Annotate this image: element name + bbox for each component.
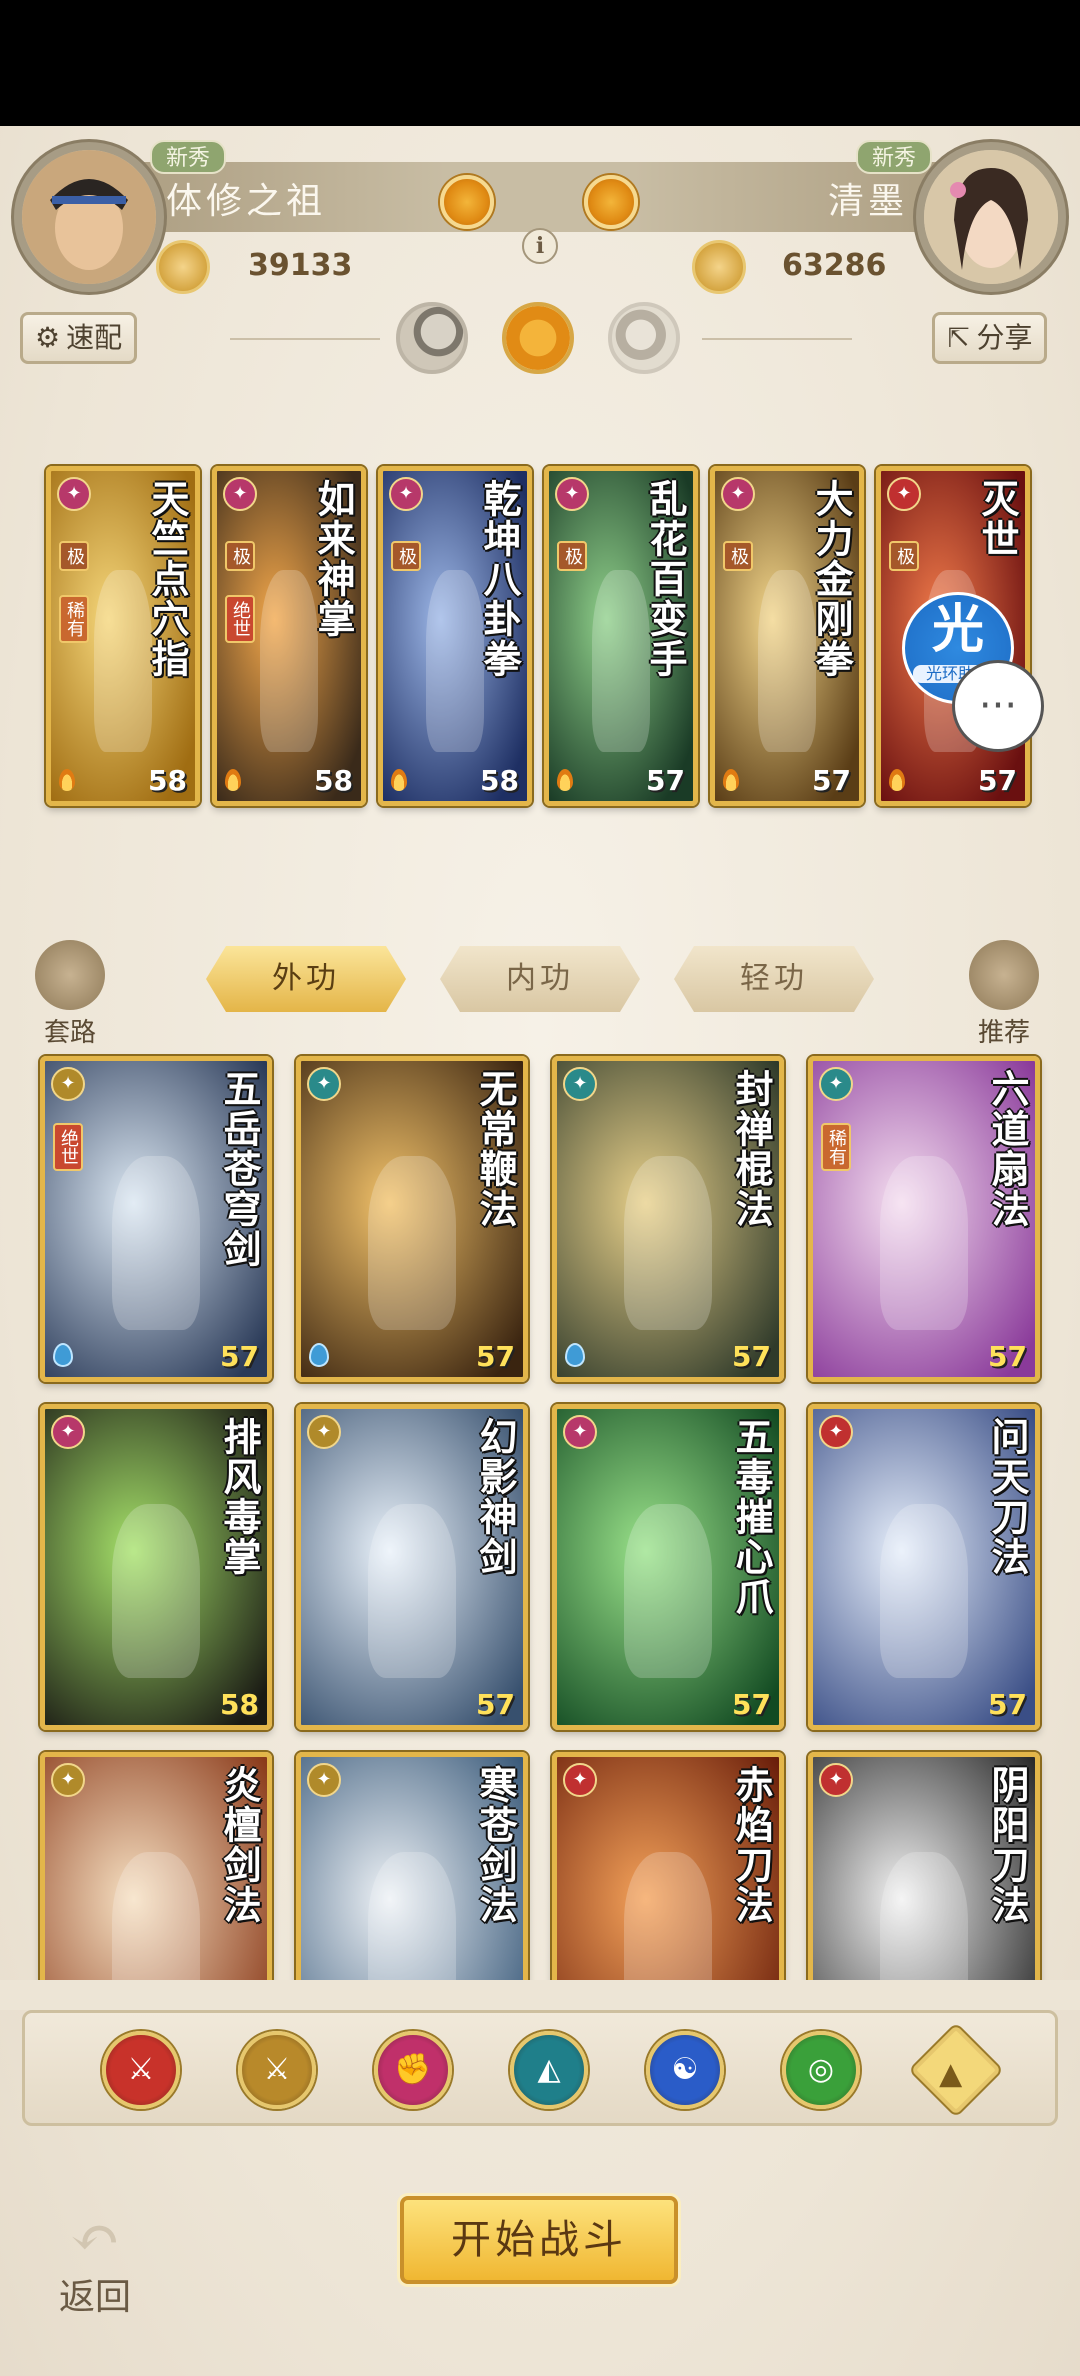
water-drop-icon [53,1343,73,1367]
school-emblem-icon: ✦ [563,1067,597,1101]
card-title: 六道扇法 [985,1069,1030,1229]
school-emblem-icon: ✦ [51,1763,85,1797]
card-art [367,1155,457,1330]
school-emblem-icon: ✦ [307,1415,341,1449]
card-level: 57 [732,1688,771,1721]
card-title: 阴阳刀法 [985,1765,1030,1925]
rank-badge: 绝世 [53,1123,83,1171]
skill-card[interactable]: ✦ 五岳苍穹剑 绝世 57 [40,1056,272,1382]
back-arrow-icon: ↶ [69,2203,121,2273]
school-emblem-icon: ✦ [819,1067,853,1101]
card-art [879,1503,969,1678]
water-drop-icon [565,1343,585,1367]
card-title: 问天刀法 [985,1417,1030,1577]
card-art [111,1155,201,1330]
card-art [623,1503,713,1678]
yinyang-blue-icon[interactable]: ☯ [646,2031,724,2109]
school-emblem-icon: ✦ [51,1415,85,1449]
skill-grid-fade [0,1980,1080,2010]
card-title: 封禅棍法 [729,1069,774,1229]
whip-green-icon[interactable]: ◎ [782,2031,860,2109]
school-emblem-icon: ✦ [563,1763,597,1797]
card-title: 赤焰刀法 [729,1765,774,1925]
card-level: 57 [476,1340,515,1373]
card-level: 57 [988,1340,1027,1373]
school-emblem-icon: ✦ [819,1763,853,1797]
skill-card[interactable]: ✦ 排风毒掌 58 [40,1404,272,1730]
card-title: 寒苍剑法 [473,1765,518,1925]
skill-card[interactable]: ✦ 封禅棍法 57 [552,1056,784,1382]
skill-card[interactable]: ✦ 六道扇法 稀有 57 [808,1056,1040,1382]
skill-card[interactable]: ✦ 幻影神剑 57 [296,1404,528,1730]
skill-card[interactable]: ✦ 五毒摧心爪 57 [552,1404,784,1730]
card-art [367,1503,457,1678]
card-title: 幻影神剑 [473,1417,518,1577]
fan-teal-icon[interactable]: ◭ [510,2031,588,2109]
card-level: 58 [220,1688,259,1721]
card-title: 排风毒掌 [217,1417,262,1577]
back-button[interactable]: ↶ 返回 [40,2208,150,2318]
skill-card[interactable]: ✦ 无常鞭法 57 [296,1056,528,1382]
fist-pink-icon[interactable]: ✊ [374,2031,452,2109]
school-emblem-icon: ✦ [819,1415,853,1449]
skill-card[interactable]: ✦ 问天刀法 57 [808,1404,1040,1730]
card-art [111,1503,201,1678]
card-level: 57 [220,1340,259,1373]
card-level: 57 [476,1688,515,1721]
start-battle-button[interactable]: 开始战斗 [400,2196,678,2284]
school-emblem-icon: ✦ [307,1763,341,1797]
card-art [879,1155,969,1330]
rank-badge: 稀有 [821,1123,851,1171]
sword-gold-icon[interactable]: ⚔ [238,2031,316,2109]
school-emblem-icon: ✦ [563,1415,597,1449]
school-emblem-icon: ✦ [51,1067,85,1101]
card-art [623,1155,713,1330]
sword-red-icon[interactable]: ⚔ [102,2031,180,2109]
back-label: 返回 [58,2277,131,2318]
card-title: 炎檀剑法 [217,1765,262,1925]
water-drop-icon [309,1343,329,1367]
card-title: 无常鞭法 [473,1069,518,1229]
card-title: 五岳苍穹剑 [217,1069,262,1269]
card-level: 57 [988,1688,1027,1721]
card-title: 五毒摧心爪 [729,1417,774,1617]
card-level: 57 [732,1340,771,1373]
school-emblem-icon: ✦ [307,1067,341,1101]
